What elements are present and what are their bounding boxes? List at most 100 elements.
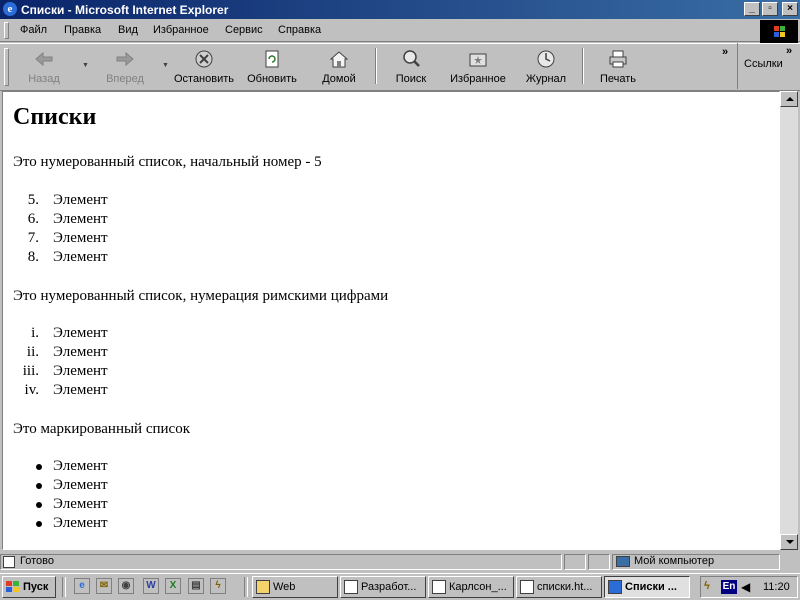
taskbar-separator	[62, 577, 66, 597]
my-computer-icon	[616, 556, 630, 567]
list-item: Элемент	[53, 458, 108, 474]
scroll-down-button[interactable]	[780, 534, 798, 550]
taskbar-separator	[244, 577, 248, 597]
favorites-icon	[468, 49, 488, 69]
menu-grip[interactable]	[4, 22, 9, 39]
links-bar[interactable]: » Ссылки	[737, 43, 800, 89]
links-chevron-icon[interactable]: »	[786, 45, 792, 57]
quicklaunch-excel-icon[interactable]: X	[165, 578, 181, 594]
task-web-folder[interactable]: Web	[252, 576, 338, 598]
stop-button[interactable]: Остановить	[172, 46, 236, 88]
toolbar-chevron-icon[interactable]: »	[722, 46, 728, 58]
menu-edit[interactable]: Правка	[64, 24, 101, 36]
refresh-button[interactable]: Обновить	[244, 46, 300, 88]
favorites-button[interactable]: Избранное	[446, 46, 510, 88]
page-content: Списки Это нумерованный список, начальны…	[2, 91, 780, 550]
quicklaunch-ie-icon[interactable]: e	[74, 578, 90, 594]
maximize-button[interactable]: ▫	[762, 2, 778, 16]
document-icon	[432, 580, 446, 594]
windows-throbber-icon	[760, 20, 798, 44]
quicklaunch-printer-icon[interactable]: ▤	[188, 578, 204, 594]
task-label: Карлсон_...	[449, 581, 507, 593]
list-item: Элемент	[53, 344, 108, 360]
ie-logo-icon[interactable]: e	[3, 2, 17, 16]
quicklaunch-app-icon[interactable]: ϟ	[210, 578, 226, 594]
list-item: Элемент	[53, 363, 108, 379]
menu-help[interactable]: Справка	[278, 24, 321, 36]
start-button[interactable]: Пуск	[2, 576, 56, 598]
menu-file[interactable]: Файл	[20, 24, 47, 36]
toolbar-grip[interactable]	[4, 48, 9, 86]
tray-app-icon[interactable]: ϟ	[704, 580, 718, 594]
bullet-icon	[36, 464, 42, 470]
status-progress-panel	[564, 554, 586, 570]
print-label: Печать	[599, 73, 637, 85]
forward-button[interactable]: Вперед	[100, 46, 150, 88]
start-label: Пуск	[23, 581, 49, 593]
ie-window: e Списки - Microsoft Internet Explorer _…	[0, 0, 800, 600]
forward-label: Вперед	[106, 73, 144, 85]
list-item: Элемент	[53, 249, 108, 265]
back-button[interactable]: Назад	[22, 46, 66, 88]
list-item: Элемент	[53, 515, 108, 531]
vertical-scrollbar[interactable]	[780, 91, 798, 550]
scroll-up-button[interactable]	[780, 91, 798, 107]
quicklaunch-explorer-icon[interactable]: ◉	[118, 578, 134, 594]
list-marker: 5.	[27, 192, 39, 208]
home-icon	[329, 49, 349, 69]
search-label: Поиск	[395, 73, 427, 85]
back-dropdown-icon[interactable]: ▼	[82, 62, 89, 69]
minimize-button[interactable]: _	[744, 2, 760, 16]
close-button[interactable]: ×	[782, 2, 798, 16]
list-marker: 7.	[27, 230, 39, 246]
volume-icon[interactable]: ◀	[741, 580, 755, 594]
forward-arrow-icon	[115, 49, 135, 69]
language-indicator[interactable]: En	[721, 580, 737, 594]
ie-task-icon	[608, 580, 622, 594]
quicklaunch-word-icon[interactable]: W	[143, 578, 159, 594]
home-button[interactable]: Домой	[314, 46, 364, 88]
task-ie-lists[interactable]: Списки ...	[604, 576, 690, 598]
security-zone-text: Мой компьютер	[634, 555, 715, 567]
clock[interactable]: 11:20	[763, 581, 790, 593]
task-label: Разработ...	[361, 581, 417, 593]
status-secure-panel	[588, 554, 610, 570]
menu-view[interactable]: Вид	[118, 24, 138, 36]
home-label: Домой	[322, 73, 356, 85]
task-word-doc[interactable]: Разработ...	[340, 576, 426, 598]
task-lists-html[interactable]: списки.ht...	[516, 576, 602, 598]
status-main-panel	[0, 554, 562, 570]
list-marker: 8.	[27, 249, 39, 265]
menu-favorites[interactable]: Избранное	[153, 24, 209, 36]
list-item: Элемент	[53, 192, 108, 208]
windows-taskbar: Пуск e ✉ ◉ W X ▤ ϟ Web Разработ... Карлс…	[0, 573, 800, 600]
refresh-icon	[262, 49, 282, 69]
notepad-icon	[520, 580, 534, 594]
stop-label: Остановить	[173, 73, 235, 85]
search-button[interactable]: Поиск	[390, 46, 432, 88]
refresh-label: Обновить	[247, 73, 297, 85]
task-karlson[interactable]: Карлсон_...	[428, 576, 514, 598]
list-marker: i.	[31, 325, 39, 341]
page-heading: Списки	[13, 104, 97, 130]
intro-bulleted: Это маркированный список	[13, 421, 190, 437]
quicklaunch-outlook-icon[interactable]: ✉	[96, 578, 112, 594]
list-item: Элемент	[53, 325, 108, 341]
task-label: списки.ht...	[537, 581, 593, 593]
list-item: Элемент	[53, 211, 108, 227]
print-button[interactable]: Печать	[596, 46, 640, 88]
page-status-icon	[3, 556, 15, 568]
arrow-down-icon	[786, 540, 794, 544]
menu-tools[interactable]: Сервис	[225, 24, 263, 36]
bullet-icon	[36, 521, 42, 527]
history-button[interactable]: Журнал	[522, 46, 570, 88]
forward-dropdown-icon[interactable]: ▼	[162, 62, 169, 69]
title-bar[interactable]: e Списки - Microsoft Internet Explorer _…	[0, 0, 800, 19]
toolbar-separator	[375, 48, 377, 84]
favorites-label: Избранное	[450, 73, 506, 85]
history-icon	[536, 49, 556, 69]
back-arrow-icon	[34, 49, 54, 69]
print-icon	[608, 49, 628, 69]
list-marker: iii.	[22, 363, 39, 379]
stop-icon	[194, 49, 214, 69]
